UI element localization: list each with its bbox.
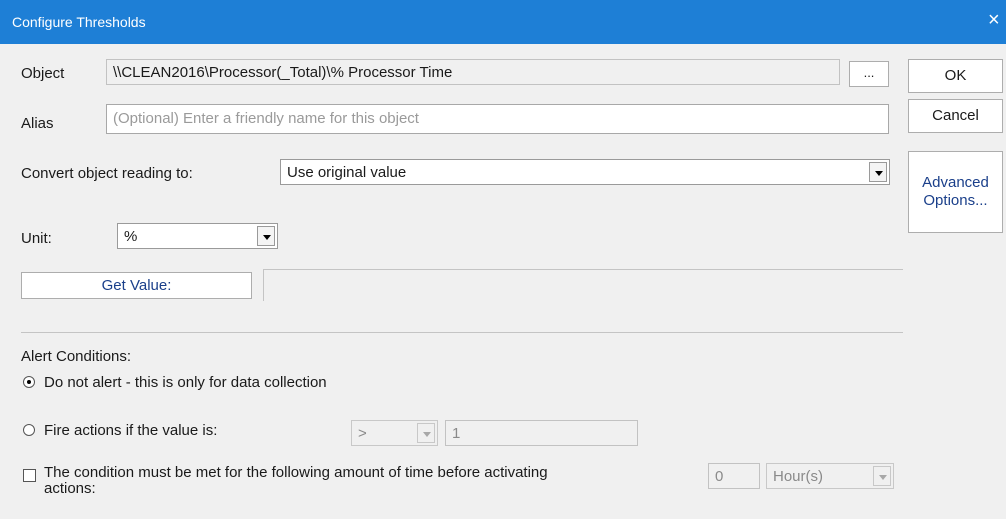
- convert-select[interactable]: Use original value: [280, 159, 890, 185]
- alias-placeholder: (Optional) Enter a friendly name for thi…: [113, 110, 419, 127]
- convert-selected: Use original value: [287, 164, 407, 181]
- close-icon[interactable]: ×: [988, 9, 1000, 31]
- alert-conditions-heading: Alert Conditions:: [21, 348, 132, 365]
- title-bar: Configure Thresholds ×: [0, 0, 1006, 44]
- cancel-button[interactable]: Cancel: [908, 99, 1003, 133]
- chevron-down-icon: [873, 466, 891, 486]
- browse-object-button[interactable]: ...: [849, 61, 889, 87]
- object-path-field: \\CLEAN2016\Processor(_Total)\% Processo…: [106, 59, 840, 85]
- threshold-value-input[interactable]: 1: [445, 420, 638, 446]
- operator-selected: >: [358, 425, 367, 442]
- alias-label: Alias: [21, 115, 54, 132]
- duration-unit-selected: Hour(s): [773, 468, 824, 485]
- convert-label: Convert object reading to:: [21, 165, 193, 182]
- chevron-down-icon: [417, 423, 435, 443]
- duration-value: 0: [715, 468, 724, 485]
- duration-label-line1: The condition must be met for the follow…: [44, 464, 548, 481]
- get-value-result: [263, 269, 903, 301]
- window-title: Configure Thresholds: [12, 14, 146, 30]
- advanced-options-line2: Options...: [923, 192, 988, 209]
- duration-value-input[interactable]: 0: [708, 463, 760, 489]
- divider: [21, 332, 903, 333]
- unit-label: Unit:: [21, 230, 52, 247]
- chevron-down-icon: [257, 226, 275, 246]
- alias-input[interactable]: (Optional) Enter a friendly name for thi…: [106, 104, 889, 134]
- duration-label-line2: actions:: [44, 480, 96, 497]
- unit-select[interactable]: %: [117, 223, 278, 249]
- operator-select[interactable]: >: [351, 420, 438, 446]
- no-alert-radio[interactable]: [23, 376, 35, 388]
- fire-actions-label[interactable]: Fire actions if the value is:: [44, 422, 217, 439]
- unit-selected: %: [124, 228, 138, 245]
- no-alert-label[interactable]: Do not alert - this is only for data col…: [44, 374, 327, 391]
- threshold-value: 1: [452, 425, 461, 442]
- object-label: Object: [21, 65, 65, 82]
- advanced-options-line1: Advanced: [922, 174, 989, 191]
- ok-button[interactable]: OK: [908, 59, 1003, 93]
- duration-unit-select[interactable]: Hour(s): [766, 463, 894, 489]
- fire-actions-radio[interactable]: [23, 424, 35, 436]
- object-path-value: \\CLEAN2016\Processor(_Total)\% Processo…: [113, 64, 453, 81]
- get-value-button[interactable]: Get Value:: [21, 272, 252, 299]
- chevron-down-icon: [869, 162, 887, 182]
- duration-checkbox[interactable]: [23, 469, 36, 482]
- advanced-options-button[interactable]: Advanced Options...: [908, 151, 1003, 233]
- duration-label[interactable]: The condition must be met for the follow…: [44, 465, 548, 497]
